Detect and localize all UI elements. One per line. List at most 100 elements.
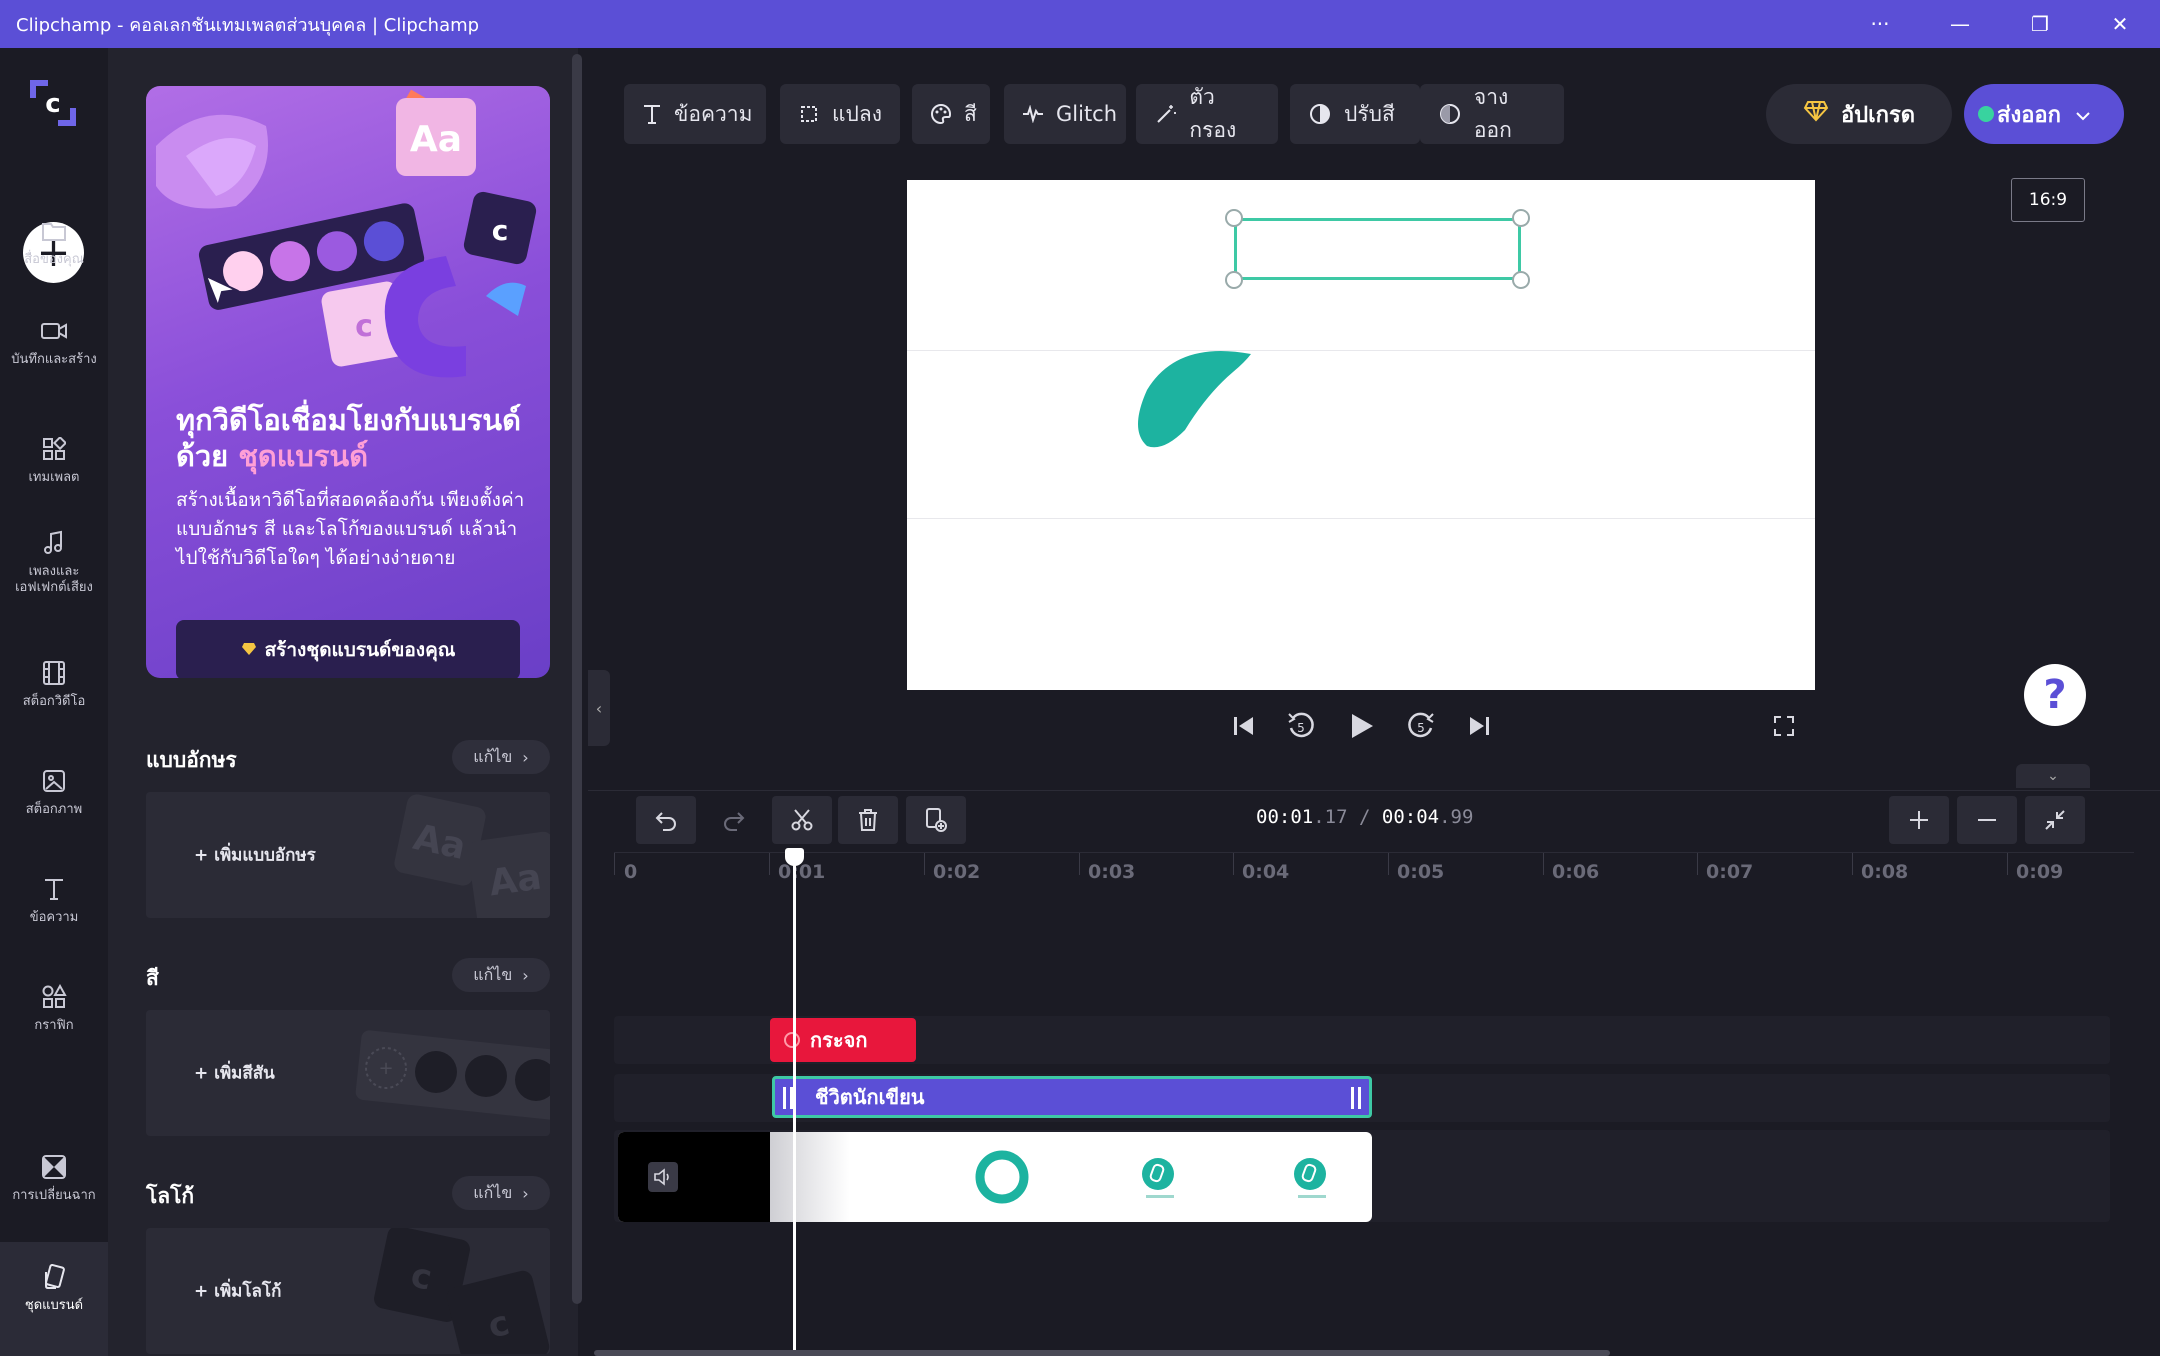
duplicate-button[interactable]: [906, 796, 966, 844]
rail-item-brand-kit[interactable]: ชุดแบรนด์: [0, 1242, 108, 1356]
clipchamp-logo-icon: c: [30, 80, 76, 126]
split-button[interactable]: [772, 796, 832, 844]
playhead-handle[interactable]: [785, 848, 804, 866]
title-bar: Clipchamp - คอลเลกชันเทมเพลตส่วนบุคคล | …: [0, 0, 2160, 48]
tool-filters-button[interactable]: ตัวกรอง: [1136, 84, 1278, 144]
logos-section-title: โลโก้: [146, 1184, 195, 1208]
trim-handle-right[interactable]: [1351, 1087, 1361, 1109]
tick-label: 0: [624, 861, 638, 883]
rail-item-templates[interactable]: เทมเพลต: [0, 434, 108, 486]
playhead[interactable]: [793, 848, 796, 1356]
resize-handle-bl[interactable]: [1225, 271, 1243, 289]
delete-button[interactable]: [838, 796, 898, 844]
rewind-5-button[interactable]: 5: [1281, 706, 1321, 746]
fade-icon: [1438, 102, 1462, 126]
undo-icon: [655, 812, 676, 831]
rail-item-stock-images[interactable]: สต็อกภาพ: [0, 766, 108, 818]
diamond-icon: [241, 639, 257, 661]
tool-fade-button[interactable]: จางออก: [1420, 84, 1564, 144]
colors-deco-icon: +: [355, 1030, 550, 1122]
logos-edit-button[interactable]: แก้ไข ›: [452, 1176, 550, 1210]
window-controls: ··· — ❐ ✕: [1840, 0, 2160, 48]
trim-handle-left[interactable]: [783, 1087, 793, 1109]
rail-item-text[interactable]: ข้อความ: [0, 874, 108, 926]
tick-label: 0:06: [1552, 861, 1600, 883]
collapse-panel-button[interactable]: ‹: [588, 670, 610, 746]
skip-to-end-button[interactable]: [1459, 706, 1499, 746]
help-button[interactable]: ?: [2024, 664, 2086, 726]
rail-item-your-media[interactable]: สื่อของคุณ: [0, 216, 108, 268]
add-color-card[interactable]: + เพิ่มสีสัน +: [146, 1010, 550, 1136]
timeline-scrollbar[interactable]: [594, 1350, 1610, 1356]
undo-button[interactable]: [636, 796, 696, 844]
minimize-button[interactable]: —: [1920, 0, 2000, 48]
rail-item-transitions[interactable]: การเปลี่ยนฉาก: [0, 1152, 108, 1204]
rail-item-stock-video[interactable]: สต็อกวิดีโอ: [0, 658, 108, 710]
diamond-icon: [1803, 100, 1829, 128]
current-time: 00:01: [1256, 806, 1314, 828]
add-logo-card[interactable]: + เพิ่มโลโก้ c c: [146, 1228, 550, 1354]
tool-glitch-button[interactable]: Glitch: [1004, 84, 1126, 144]
fonts-section-title: แบบอักษร: [146, 748, 237, 772]
trash-icon: [859, 809, 877, 831]
play-button[interactable]: [1341, 706, 1381, 746]
collapse-arrows-icon: [2045, 810, 2065, 830]
templates-icon: [39, 434, 69, 464]
restore-button[interactable]: ❐: [2000, 0, 2080, 48]
tool-color-button[interactable]: สี: [912, 84, 990, 144]
skip-to-start-button[interactable]: [1224, 706, 1264, 746]
add-font-card[interactable]: + เพิ่มแบบอักษร Aa Aa: [146, 792, 550, 918]
skip-end-icon: [1470, 717, 1489, 735]
resize-handle-br[interactable]: [1512, 271, 1530, 289]
tool-text-button[interactable]: ข้อความ: [624, 84, 766, 144]
text-selection-box[interactable]: [1234, 218, 1521, 280]
create-brand-kit-button[interactable]: สร้างชุดแบรนด์ของคุณ: [176, 620, 520, 678]
preview-canvas[interactable]: [907, 180, 1815, 690]
rail-item-record-create[interactable]: บันทึกและสร้าง: [0, 316, 108, 368]
rail-item-music-sfx[interactable]: เพลงและเอฟเฟกต์เสียง: [0, 528, 108, 596]
ruler-tick: [1852, 853, 1853, 875]
fonts-edit-button[interactable]: แก้ไข ›: [452, 740, 550, 774]
more-options-button[interactable]: ···: [1840, 0, 1920, 48]
zoom-in-button[interactable]: [1889, 796, 1949, 844]
ruler-tick: [1697, 853, 1698, 875]
export-button[interactable]: ส่งออก: [1964, 84, 2124, 144]
redo-button[interactable]: [704, 796, 764, 844]
colors-edit-button[interactable]: แก้ไข ›: [452, 958, 550, 992]
chevron-right-icon: ›: [522, 747, 529, 767]
tool-adjust-button[interactable]: ปรับสี: [1290, 84, 1420, 144]
fullscreen-button[interactable]: [1764, 706, 1804, 746]
ruler-tick: [769, 853, 770, 875]
rail-item-graphics[interactable]: กราฟิก: [0, 982, 108, 1034]
panel-scrollbar[interactable]: [572, 54, 582, 1304]
tick-label: 0:04: [1242, 861, 1290, 883]
tool-transform-button[interactable]: แปลง: [780, 84, 900, 144]
video-clip[interactable]: [618, 1132, 1372, 1222]
window-title: Clipchamp - คอลเลกชันเทมเพลตส่วนบุคคล | …: [16, 14, 480, 36]
timeline-ruler[interactable]: 0 0:01 0:02 0:03 0:04 0:05 0:06 0:07 0:0…: [614, 852, 2134, 888]
resize-handle-tr[interactable]: [1512, 209, 1530, 227]
close-button[interactable]: ✕: [2080, 0, 2160, 48]
svg-text:c: c: [45, 89, 60, 119]
aspect-ratio-button[interactable]: 16:9: [2011, 178, 2085, 222]
mirror-effect-clip[interactable]: กระจก: [770, 1018, 916, 1062]
promo-illustration: Aa c c: [156, 89, 537, 378]
contrast-icon: [1308, 102, 1332, 126]
tick-label: 0:03: [1088, 861, 1136, 883]
colors-section-title: สี: [146, 966, 159, 990]
promo-art-aa-text: Aa: [410, 119, 462, 160]
forward-5-button[interactable]: 5: [1401, 706, 1441, 746]
ruler-tick: [614, 853, 615, 875]
resize-handle-tl[interactable]: [1225, 209, 1243, 227]
timecode-display: 00:01.17 / 00:04.99: [1256, 806, 1473, 828]
collapse-preview-button[interactable]: ⌄: [2016, 764, 2090, 788]
zoom-out-button[interactable]: [1957, 796, 2017, 844]
upgrade-button[interactable]: อัปเกรด: [1766, 84, 1952, 144]
text-clip[interactable]: ชีวิตนักเขียน: [772, 1076, 1372, 1118]
ruler-tick: [1233, 853, 1234, 875]
promo-art-c-text: c: [492, 214, 509, 247]
forward-icon: 5: [1408, 712, 1434, 738]
chevron-down-icon: [2075, 102, 2091, 127]
fit-timeline-button[interactable]: [2025, 796, 2085, 844]
status-dot: [1978, 106, 1994, 122]
